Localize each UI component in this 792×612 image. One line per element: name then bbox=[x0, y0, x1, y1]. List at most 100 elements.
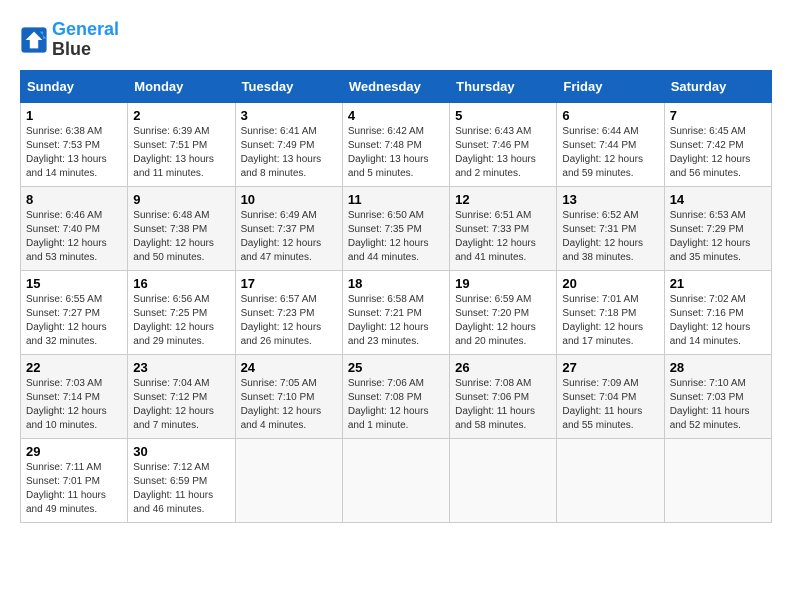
day-info: Sunrise: 6:58 AM Sunset: 7:21 PM Dayligh… bbox=[348, 293, 444, 349]
day-number: 28 bbox=[670, 360, 766, 375]
day-info: Sunrise: 7:02 AM Sunset: 7:16 PM Dayligh… bbox=[670, 293, 766, 349]
day-number: 4 bbox=[348, 108, 444, 123]
weekday-header-thursday: Thursday bbox=[450, 70, 557, 102]
weekday-header-tuesday: Tuesday bbox=[235, 70, 342, 102]
day-info: Sunrise: 6:59 AM Sunset: 7:20 PM Dayligh… bbox=[455, 293, 551, 349]
calendar-table: SundayMondayTuesdayWednesdayThursdayFrid… bbox=[20, 70, 772, 523]
day-number: 29 bbox=[26, 444, 122, 459]
day-info: Sunrise: 7:09 AM Sunset: 7:04 PM Dayligh… bbox=[562, 377, 658, 433]
day-info: Sunrise: 6:57 AM Sunset: 7:23 PM Dayligh… bbox=[241, 293, 337, 349]
calendar-cell: 6 Sunrise: 6:44 AM Sunset: 7:44 PM Dayli… bbox=[557, 102, 664, 186]
weekday-header-sunday: Sunday bbox=[21, 70, 128, 102]
calendar-cell: 1 Sunrise: 6:38 AM Sunset: 7:53 PM Dayli… bbox=[21, 102, 128, 186]
day-number: 26 bbox=[455, 360, 551, 375]
day-info: Sunrise: 6:38 AM Sunset: 7:53 PM Dayligh… bbox=[26, 125, 122, 181]
day-number: 23 bbox=[133, 360, 229, 375]
day-info: Sunrise: 6:55 AM Sunset: 7:27 PM Dayligh… bbox=[26, 293, 122, 349]
calendar-cell: 8 Sunrise: 6:46 AM Sunset: 7:40 PM Dayli… bbox=[21, 186, 128, 270]
calendar-cell: 15 Sunrise: 6:55 AM Sunset: 7:27 PM Dayl… bbox=[21, 270, 128, 354]
calendar-cell: 27 Sunrise: 7:09 AM Sunset: 7:04 PM Dayl… bbox=[557, 354, 664, 438]
calendar-week-row: 22 Sunrise: 7:03 AM Sunset: 7:14 PM Dayl… bbox=[21, 354, 772, 438]
day-info: Sunrise: 7:11 AM Sunset: 7:01 PM Dayligh… bbox=[26, 461, 122, 517]
calendar-cell bbox=[664, 438, 771, 522]
calendar-cell: 23 Sunrise: 7:04 AM Sunset: 7:12 PM Dayl… bbox=[128, 354, 235, 438]
day-number: 2 bbox=[133, 108, 229, 123]
day-number: 14 bbox=[670, 192, 766, 207]
calendar-cell: 20 Sunrise: 7:01 AM Sunset: 7:18 PM Dayl… bbox=[557, 270, 664, 354]
day-number: 22 bbox=[26, 360, 122, 375]
day-number: 10 bbox=[241, 192, 337, 207]
calendar-cell: 13 Sunrise: 6:52 AM Sunset: 7:31 PM Dayl… bbox=[557, 186, 664, 270]
day-number: 1 bbox=[26, 108, 122, 123]
day-info: Sunrise: 7:05 AM Sunset: 7:10 PM Dayligh… bbox=[241, 377, 337, 433]
day-number: 20 bbox=[562, 276, 658, 291]
day-info: Sunrise: 6:42 AM Sunset: 7:48 PM Dayligh… bbox=[348, 125, 444, 181]
day-number: 18 bbox=[348, 276, 444, 291]
calendar-body: 1 Sunrise: 6:38 AM Sunset: 7:53 PM Dayli… bbox=[21, 102, 772, 522]
day-info: Sunrise: 6:51 AM Sunset: 7:33 PM Dayligh… bbox=[455, 209, 551, 265]
header: General Blue bbox=[20, 20, 772, 60]
day-info: Sunrise: 7:10 AM Sunset: 7:03 PM Dayligh… bbox=[670, 377, 766, 433]
calendar-cell: 22 Sunrise: 7:03 AM Sunset: 7:14 PM Dayl… bbox=[21, 354, 128, 438]
day-number: 12 bbox=[455, 192, 551, 207]
day-info: Sunrise: 7:03 AM Sunset: 7:14 PM Dayligh… bbox=[26, 377, 122, 433]
day-number: 3 bbox=[241, 108, 337, 123]
day-number: 8 bbox=[26, 192, 122, 207]
calendar-cell: 16 Sunrise: 6:56 AM Sunset: 7:25 PM Dayl… bbox=[128, 270, 235, 354]
logo-icon bbox=[20, 26, 48, 54]
day-info: Sunrise: 6:39 AM Sunset: 7:51 PM Dayligh… bbox=[133, 125, 229, 181]
calendar-cell: 2 Sunrise: 6:39 AM Sunset: 7:51 PM Dayli… bbox=[128, 102, 235, 186]
calendar-cell: 25 Sunrise: 7:06 AM Sunset: 7:08 PM Dayl… bbox=[342, 354, 449, 438]
day-number: 5 bbox=[455, 108, 551, 123]
day-info: Sunrise: 6:56 AM Sunset: 7:25 PM Dayligh… bbox=[133, 293, 229, 349]
day-number: 21 bbox=[670, 276, 766, 291]
calendar-cell: 28 Sunrise: 7:10 AM Sunset: 7:03 PM Dayl… bbox=[664, 354, 771, 438]
calendar-cell: 24 Sunrise: 7:05 AM Sunset: 7:10 PM Dayl… bbox=[235, 354, 342, 438]
day-info: Sunrise: 6:52 AM Sunset: 7:31 PM Dayligh… bbox=[562, 209, 658, 265]
calendar-cell: 9 Sunrise: 6:48 AM Sunset: 7:38 PM Dayli… bbox=[128, 186, 235, 270]
day-number: 27 bbox=[562, 360, 658, 375]
calendar-week-row: 29 Sunrise: 7:11 AM Sunset: 7:01 PM Dayl… bbox=[21, 438, 772, 522]
logo-text: General Blue bbox=[52, 20, 119, 60]
calendar-cell: 18 Sunrise: 6:58 AM Sunset: 7:21 PM Dayl… bbox=[342, 270, 449, 354]
day-info: Sunrise: 6:41 AM Sunset: 7:49 PM Dayligh… bbox=[241, 125, 337, 181]
calendar-cell: 29 Sunrise: 7:11 AM Sunset: 7:01 PM Dayl… bbox=[21, 438, 128, 522]
calendar-cell: 4 Sunrise: 6:42 AM Sunset: 7:48 PM Dayli… bbox=[342, 102, 449, 186]
day-info: Sunrise: 7:04 AM Sunset: 7:12 PM Dayligh… bbox=[133, 377, 229, 433]
day-number: 30 bbox=[133, 444, 229, 459]
weekday-header-saturday: Saturday bbox=[664, 70, 771, 102]
logo: General Blue bbox=[20, 20, 119, 60]
weekday-header-row: SundayMondayTuesdayWednesdayThursdayFrid… bbox=[21, 70, 772, 102]
calendar-cell: 26 Sunrise: 7:08 AM Sunset: 7:06 PM Dayl… bbox=[450, 354, 557, 438]
day-info: Sunrise: 6:53 AM Sunset: 7:29 PM Dayligh… bbox=[670, 209, 766, 265]
day-info: Sunrise: 7:06 AM Sunset: 7:08 PM Dayligh… bbox=[348, 377, 444, 433]
calendar-cell bbox=[342, 438, 449, 522]
calendar-week-row: 1 Sunrise: 6:38 AM Sunset: 7:53 PM Dayli… bbox=[21, 102, 772, 186]
calendar-cell: 11 Sunrise: 6:50 AM Sunset: 7:35 PM Dayl… bbox=[342, 186, 449, 270]
day-number: 25 bbox=[348, 360, 444, 375]
calendar-cell: 7 Sunrise: 6:45 AM Sunset: 7:42 PM Dayli… bbox=[664, 102, 771, 186]
calendar-week-row: 15 Sunrise: 6:55 AM Sunset: 7:27 PM Dayl… bbox=[21, 270, 772, 354]
day-info: Sunrise: 6:44 AM Sunset: 7:44 PM Dayligh… bbox=[562, 125, 658, 181]
calendar-cell bbox=[557, 438, 664, 522]
day-number: 15 bbox=[26, 276, 122, 291]
day-number: 16 bbox=[133, 276, 229, 291]
page-container: General Blue SundayMondayTuesdayWednesda… bbox=[20, 20, 772, 523]
day-info: Sunrise: 7:12 AM Sunset: 6:59 PM Dayligh… bbox=[133, 461, 229, 517]
calendar-week-row: 8 Sunrise: 6:46 AM Sunset: 7:40 PM Dayli… bbox=[21, 186, 772, 270]
calendar-cell: 5 Sunrise: 6:43 AM Sunset: 7:46 PM Dayli… bbox=[450, 102, 557, 186]
weekday-header-monday: Monday bbox=[128, 70, 235, 102]
day-number: 13 bbox=[562, 192, 658, 207]
day-info: Sunrise: 6:50 AM Sunset: 7:35 PM Dayligh… bbox=[348, 209, 444, 265]
day-number: 24 bbox=[241, 360, 337, 375]
day-number: 6 bbox=[562, 108, 658, 123]
weekday-header-wednesday: Wednesday bbox=[342, 70, 449, 102]
day-info: Sunrise: 6:49 AM Sunset: 7:37 PM Dayligh… bbox=[241, 209, 337, 265]
day-number: 19 bbox=[455, 276, 551, 291]
day-info: Sunrise: 6:48 AM Sunset: 7:38 PM Dayligh… bbox=[133, 209, 229, 265]
day-info: Sunrise: 7:01 AM Sunset: 7:18 PM Dayligh… bbox=[562, 293, 658, 349]
calendar-cell: 3 Sunrise: 6:41 AM Sunset: 7:49 PM Dayli… bbox=[235, 102, 342, 186]
calendar-cell: 17 Sunrise: 6:57 AM Sunset: 7:23 PM Dayl… bbox=[235, 270, 342, 354]
calendar-cell bbox=[450, 438, 557, 522]
calendar-cell: 14 Sunrise: 6:53 AM Sunset: 7:29 PM Dayl… bbox=[664, 186, 771, 270]
